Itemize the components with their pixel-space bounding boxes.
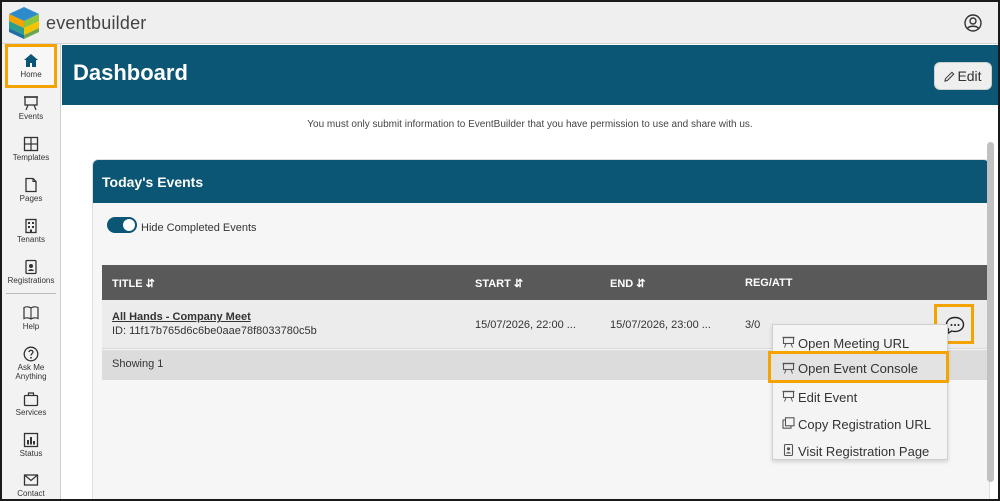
briefcase-icon — [23, 392, 39, 407]
edit-button[interactable]: Edit — [934, 62, 992, 90]
menu-item-label: Open Meeting URL — [798, 336, 910, 351]
menu-item-label: Visit Registration Page — [798, 444, 930, 459]
sidebar-item-tenants[interactable]: Tenants — [2, 213, 60, 253]
book-icon — [23, 306, 39, 320]
sidebar-item-registrations[interactable]: Registrations — [2, 254, 60, 294]
top-bar: eventbuilder — [2, 2, 998, 44]
chart-icon — [23, 432, 39, 448]
permission-notice: You must only submit information to Even… — [307, 119, 753, 130]
sidebar-divider — [6, 293, 56, 294]
sidebar-item-templates[interactable]: Templates — [2, 131, 60, 171]
badge-icon — [25, 259, 37, 275]
event-start: 15/07/2026, 22:00 ... — [475, 319, 576, 331]
sidebar-item-contact[interactable]: Contact — [2, 467, 60, 499]
sidebar-item-label: Ask Me — [17, 363, 45, 372]
event-actions-menu: Open Meeting URL Open Event Console Edit… — [768, 324, 949, 463]
copy-icon — [782, 417, 795, 429]
table-header: TITLE ⇵ START ⇵ END ⇵ REG/ATT — [102, 265, 989, 300]
page-icon — [25, 177, 37, 193]
question-icon — [23, 346, 39, 362]
home-icon — [24, 54, 38, 67]
eventbuilder-logo-icon — [9, 7, 39, 39]
sidebar-item-label: Status — [19, 449, 43, 458]
easel-icon — [782, 362, 795, 374]
sidebar-item-label: Pages — [19, 194, 43, 203]
easel-icon — [782, 336, 795, 348]
sidebar-item-ask-me-anything[interactable]: Ask Me Anything — [2, 341, 60, 385]
brand-name: eventbuilder — [46, 13, 147, 33]
column-header-title[interactable]: TITLE ⇵ — [112, 277, 155, 290]
sidebar-item-home[interactable]: Home — [5, 44, 57, 88]
dashboard-header: Dashboard Edit — [62, 45, 998, 105]
page-scrollbar[interactable] — [987, 142, 994, 482]
layout-icon — [23, 136, 39, 152]
sidebar-item-label: Help — [22, 322, 40, 331]
event-name-link[interactable]: All Hands - Company Meet — [112, 311, 251, 323]
column-header-end[interactable]: END ⇵ — [610, 277, 646, 290]
menu-item-copy-registration-url[interactable]: Copy Registration URL — [773, 410, 949, 436]
building-icon — [25, 218, 37, 234]
sidebar-item-label: Home — [20, 70, 42, 79]
menu-item-label: Open Event Console — [798, 361, 918, 376]
menu-item-open-event-console[interactable]: Open Event Console — [768, 351, 949, 383]
sidebar-item-events[interactable]: Events — [2, 90, 60, 130]
page-title: Dashboard — [73, 60, 188, 85]
sidebar-item-label: Services — [15, 408, 47, 417]
event-end: 15/07/2026, 23:00 ... — [610, 319, 711, 331]
event-reg-att: 3/0 — [745, 319, 761, 331]
card-title: Today's Events — [102, 174, 204, 190]
menu-item-visit-registration-page[interactable]: Visit Registration Page — [773, 437, 949, 463]
sidebar: Home Events Templates Pages Tenants Regi… — [2, 44, 61, 499]
menu-item-label: Edit Event — [798, 390, 858, 405]
hide-completed-toggle[interactable] — [107, 217, 137, 233]
easel-icon — [782, 390, 795, 402]
sidebar-item-label: Templates — [12, 153, 50, 162]
menu-item-edit-event[interactable]: Edit Event — [773, 383, 949, 409]
pencil-icon — [944, 71, 955, 82]
sidebar-item-label: Tenants — [16, 235, 46, 244]
column-header-start[interactable]: START ⇵ — [475, 277, 523, 290]
column-header-reg-att: REG/ATT — [745, 277, 793, 289]
sidebar-item-help[interactable]: Help — [2, 300, 60, 340]
user-profile-icon[interactable] — [964, 14, 982, 32]
sidebar-item-label: Registrations — [7, 276, 55, 285]
sidebar-item-status[interactable]: Status — [2, 427, 60, 467]
hide-completed-label: Hide Completed Events — [141, 222, 257, 234]
sidebar-item-label-line2: Anything — [15, 372, 47, 381]
mail-icon — [23, 474, 39, 486]
event-id: ID: 11f17b765d6c6be0aae78f8033780c5b — [112, 325, 317, 337]
card-header: Today's Events — [93, 160, 989, 203]
sidebar-item-label: Events — [18, 112, 44, 121]
app-window: eventbuilder Home Events Templates Pages… — [0, 0, 1000, 501]
easel-icon — [24, 96, 38, 111]
sidebar-item-services[interactable]: Services — [2, 386, 60, 426]
showing-count: Showing 1 — [112, 358, 164, 370]
sidebar-item-pages[interactable]: Pages — [2, 172, 60, 212]
menu-item-label: Copy Registration URL — [798, 417, 931, 432]
sidebar-item-label: Contact — [17, 489, 45, 498]
badge-icon — [783, 444, 794, 456]
edit-button-label: Edit — [957, 68, 982, 84]
